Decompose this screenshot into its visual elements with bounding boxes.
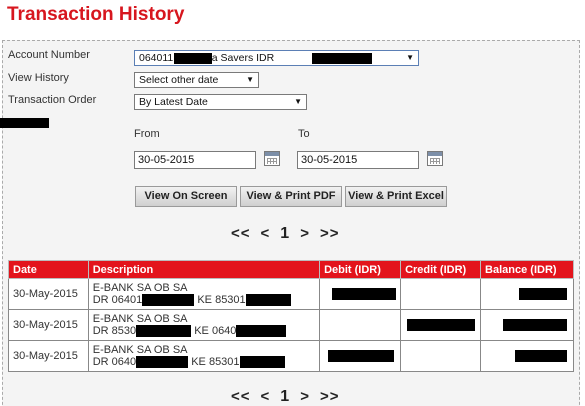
redacted-account bbox=[239, 356, 285, 369]
view-print-pdf-button[interactable]: View & Print PDF bbox=[240, 186, 342, 207]
redacted-amount bbox=[503, 319, 568, 332]
page-title: Transaction History bbox=[7, 4, 185, 25]
next-page-link[interactable]: > bbox=[300, 388, 310, 405]
pager-bottom: << <1 > >> bbox=[231, 388, 350, 406]
column-header-credit: Credit (IDR) bbox=[400, 260, 482, 279]
last-page-link[interactable]: >> bbox=[320, 388, 340, 405]
row-balance bbox=[480, 309, 574, 341]
redacted-amount bbox=[515, 350, 568, 363]
column-header-balance: Balance (IDR) bbox=[480, 260, 574, 279]
to-label: To bbox=[298, 128, 310, 140]
description-prefix: DR 06401 bbox=[92, 293, 143, 306]
current-page: 1 bbox=[280, 225, 291, 242]
account-number-label: Account Number bbox=[8, 49, 90, 61]
description-line-1: E-BANK SA OB SA bbox=[92, 343, 188, 356]
table-header-row: Date Description Debit (IDR) Credit (IDR… bbox=[8, 260, 574, 279]
row-debit bbox=[319, 278, 402, 310]
column-header-description: Description bbox=[87, 260, 321, 279]
transaction-order-value: By Latest Date bbox=[139, 96, 208, 108]
from-date-input[interactable]: 30-05-2015 bbox=[134, 151, 256, 169]
column-header-date: Date bbox=[8, 260, 89, 279]
row-date: 30-May-2015 bbox=[8, 278, 89, 310]
redacted-account bbox=[142, 294, 195, 307]
row-balance bbox=[480, 340, 574, 372]
description-line-2: DR 0640 KE 85301 bbox=[92, 355, 315, 369]
row-credit bbox=[400, 340, 482, 372]
last-page-link[interactable]: >> bbox=[320, 225, 340, 242]
chevron-down-icon: ▼ bbox=[406, 53, 414, 62]
row-credit bbox=[400, 309, 482, 341]
table-row: 30-May-2015 E-BANK SA OB SA DR 0640 KE 8… bbox=[8, 340, 574, 372]
calendar-icon[interactable] bbox=[427, 151, 443, 166]
chevron-down-icon: ▼ bbox=[294, 97, 302, 106]
redacted-account-suffix bbox=[312, 53, 372, 64]
table-row: 30-May-2015 E-BANK SA OB SA DR 06401 KE … bbox=[8, 278, 574, 310]
to-date-input[interactable]: 30-05-2015 bbox=[297, 151, 419, 169]
row-description: E-BANK SA OB SA DR 0640 KE 85301 bbox=[87, 340, 321, 372]
prev-page-link[interactable]: < bbox=[261, 225, 271, 242]
current-page: 1 bbox=[280, 388, 291, 405]
row-debit bbox=[319, 340, 402, 372]
pager-top: << <1 > >> bbox=[231, 225, 350, 243]
row-balance bbox=[480, 278, 574, 310]
description-line-2: DR 8530 KE 0640 bbox=[92, 324, 315, 338]
view-history-select[interactable]: Select other date ▼ bbox=[134, 72, 259, 88]
redacted-block bbox=[0, 118, 49, 128]
description-line-2: DR 06401 KE 85301 bbox=[92, 293, 315, 307]
view-on-screen-button[interactable]: View On Screen bbox=[135, 186, 237, 207]
view-history-label: View History bbox=[8, 72, 69, 84]
view-print-excel-button[interactable]: View & Print Excel bbox=[345, 186, 447, 207]
redacted-account bbox=[245, 294, 291, 307]
from-label: From bbox=[134, 128, 160, 140]
row-credit bbox=[400, 278, 482, 310]
row-description: E-BANK SA OB SA DR 8530 KE 0640 bbox=[87, 309, 321, 341]
redacted-amount bbox=[332, 288, 397, 301]
table-row: 30-May-2015 E-BANK SA OB SA DR 8530 KE 0… bbox=[8, 309, 574, 341]
prev-page-link[interactable]: < bbox=[261, 388, 271, 405]
first-page-link[interactable]: << bbox=[231, 388, 251, 405]
redacted-account bbox=[236, 325, 287, 338]
description-suffix: KE 85301 bbox=[191, 355, 240, 368]
row-debit bbox=[319, 309, 402, 341]
transaction-order-label: Transaction Order bbox=[8, 94, 97, 106]
calendar-icon[interactable] bbox=[264, 151, 280, 166]
first-page-link[interactable]: << bbox=[231, 225, 251, 242]
redacted-amount bbox=[328, 350, 395, 363]
row-description: E-BANK SA OB SA DR 06401 KE 85301 bbox=[87, 278, 321, 310]
view-history-value: Select other date bbox=[139, 74, 219, 86]
redacted-account bbox=[136, 325, 192, 338]
redacted-amount bbox=[407, 319, 476, 332]
description-prefix: DR 8530 bbox=[92, 324, 137, 337]
row-date: 30-May-2015 bbox=[8, 309, 89, 341]
description-line-1: E-BANK SA OB SA bbox=[92, 312, 188, 325]
transactions-table: Date Description Debit (IDR) Credit (IDR… bbox=[8, 260, 574, 372]
description-suffix: KE 85301 bbox=[197, 293, 246, 306]
column-header-debit: Debit (IDR) bbox=[319, 260, 402, 279]
chevron-down-icon: ▼ bbox=[246, 75, 254, 84]
description-prefix: DR 0640 bbox=[92, 355, 137, 368]
transaction-order-select[interactable]: By Latest Date ▼ bbox=[134, 94, 307, 110]
description-line-1: E-BANK SA OB SA bbox=[92, 281, 188, 294]
description-suffix: KE 0640 bbox=[194, 324, 237, 337]
redacted-account bbox=[136, 356, 189, 369]
row-date: 30-May-2015 bbox=[8, 340, 89, 372]
redacted-amount bbox=[519, 288, 568, 301]
redacted-account-digits bbox=[174, 53, 212, 64]
next-page-link[interactable]: > bbox=[300, 225, 310, 242]
